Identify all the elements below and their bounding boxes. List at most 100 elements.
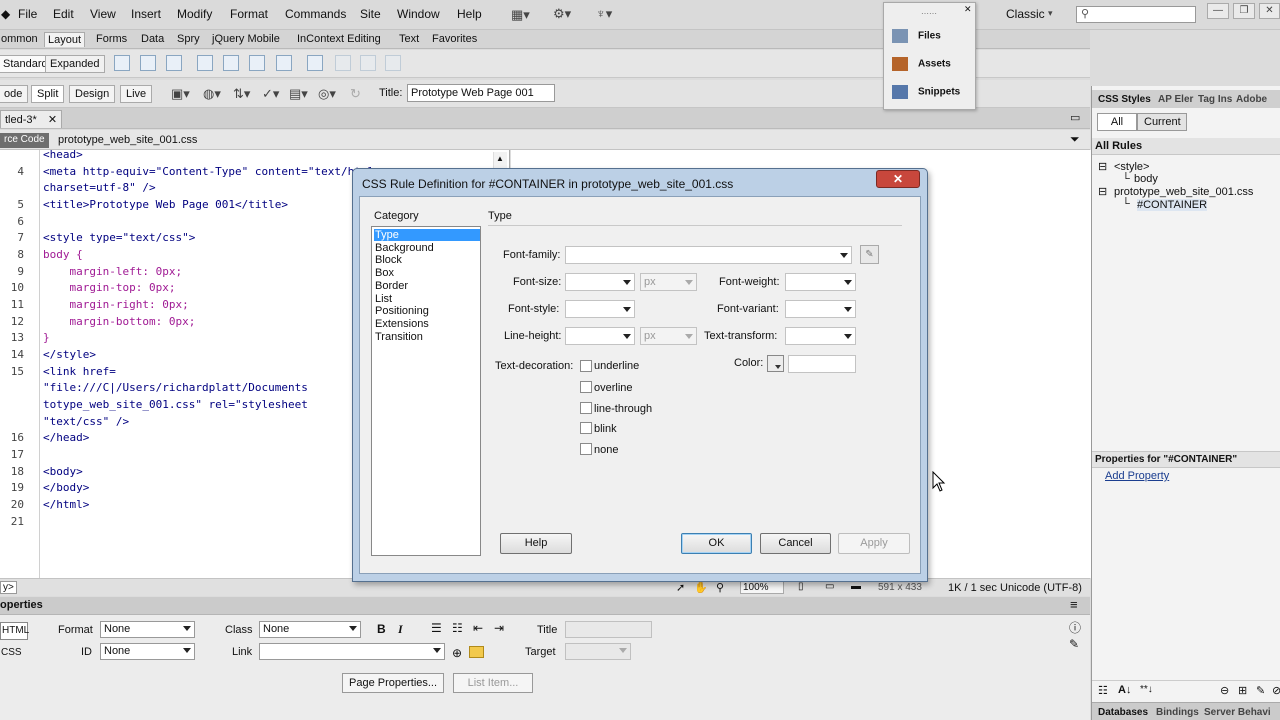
code-line[interactable]: <head> [43,148,83,161]
line-height-unit-select[interactable]: px [640,327,697,345]
font-family-select[interactable] [565,246,852,264]
add-property-link[interactable]: Add Property [1105,470,1169,482]
ok-button[interactable]: OK [681,533,752,554]
site-icon[interactable]: ♆▾ [596,6,612,22]
current-button[interactable]: Current [1137,113,1187,131]
text-transform-select[interactable] [785,327,856,345]
category-item-type[interactable]: Type [374,229,480,241]
edit-font-list-icon[interactable]: ✎ [860,245,879,264]
line-through-checkbox[interactable] [580,402,592,414]
preview-browser-icon[interactable]: ◍▾ [203,86,221,102]
zoom-tool-icon[interactable]: ⚲ [716,581,724,594]
tab-bindings[interactable]: Bindings [1156,707,1199,718]
folder-icon[interactable] [469,646,484,658]
page-properties-button[interactable]: Page Properties... [342,673,445,693]
font-weight-select[interactable] [785,273,856,291]
code-line[interactable]: } [43,331,50,344]
document-tab[interactable]: tled-3* ✕ [0,110,63,128]
tree-container-item[interactable]: #CONTAINER [1137,199,1208,211]
tab-forms[interactable]: Forms [93,32,130,46]
spry-menu-icon[interactable] [223,55,239,71]
source-code-button[interactable]: rce Code [0,133,49,148]
properties-header[interactable]: operties ≡ [0,597,1090,615]
ordered-list-icon[interactable]: ☷ [452,621,463,635]
insert-div-icon[interactable] [140,55,156,71]
target-select[interactable] [565,643,631,660]
close-icon[interactable]: ✕ [964,4,972,15]
category-item-background[interactable]: Background [374,242,480,254]
list-item-button[interactable]: List Item... [453,673,533,693]
tab-databases[interactable]: Databases [1098,707,1148,718]
tab-text[interactable]: Text [396,32,422,46]
code-line[interactable]: <link href= [43,365,116,378]
none-checkbox[interactable] [580,443,592,455]
code-line[interactable]: </body> [43,481,89,494]
expanded-mode-button[interactable]: Expanded [45,55,105,73]
category-item-border[interactable]: Border [374,280,480,292]
menu-window[interactable]: Window [397,7,440,21]
spry-accordion-icon[interactable] [276,55,292,71]
select-tool-icon[interactable]: ➚ [676,581,685,594]
code-line[interactable]: margin-left: 0px; [43,265,182,278]
workspace-switcher[interactable]: Classic [1006,7,1045,21]
category-item-positioning[interactable]: Positioning [374,305,480,317]
files-item[interactable]: Files [892,29,941,43]
dialog-close-button[interactable]: ✕ [876,170,920,188]
code-line[interactable]: </style> [43,348,96,361]
link-input[interactable] [259,643,445,660]
font-variant-select[interactable] [785,300,856,318]
help-icon[interactable]: ⓘ [1069,619,1081,636]
assets-item[interactable]: Assets [892,57,951,71]
menu-insert[interactable]: Insert [131,7,161,21]
live-view-button[interactable]: Live [120,85,153,103]
tab-ap-elements[interactable]: AP Eler [1158,94,1193,105]
browser-compat-icon[interactable]: ▤▾ [289,86,308,102]
code-line[interactable]: totype_web_site_001.css" rel="stylesheet [43,398,308,411]
title-field[interactable] [565,621,652,638]
class-select[interactable]: None [259,621,361,638]
blink-checkbox[interactable] [580,422,592,434]
new-rule-icon[interactable]: ⊞ [1238,684,1247,697]
file-management-icon[interactable]: ⇅▾ [233,86,250,102]
tab-common[interactable]: ommon [0,32,41,46]
tab-favorites[interactable]: Favorites [429,32,480,46]
cancel-button[interactable]: Cancel [760,533,831,554]
disable-icon[interactable]: ⊘ [1272,684,1280,697]
multiscreen-icon[interactable]: ▣▾ [171,86,190,102]
bold-icon[interactable]: B [377,622,386,636]
code-line[interactable]: margin-bottom: 0px; [43,315,195,328]
mobile-size-icon[interactable]: ▯ [798,581,804,592]
minimize-button[interactable]: — [1207,3,1229,19]
code-view-button[interactable]: ode [0,85,29,103]
font-size-unit-select[interactable]: px [640,273,697,291]
menu-view[interactable]: View [90,7,116,21]
category-item-extensions[interactable]: Extensions [374,318,480,330]
page-title-input[interactable]: Prototype Web Page 001 [407,84,555,102]
menu-commands[interactable]: Commands [285,7,346,21]
italic-icon[interactable]: I [398,622,403,637]
table-icon[interactable] [114,55,130,71]
tablet-size-icon[interactable]: ▭ [825,581,834,592]
help-search-input[interactable]: ⚲ [1076,6,1196,23]
tab-adobe[interactable]: Adobe [1236,94,1267,105]
all-rules-button[interactable]: All [1097,113,1137,131]
tab-spry[interactable]: Spry [174,32,203,46]
line-height-select[interactable] [565,327,635,345]
ap-div-icon[interactable] [166,55,182,71]
tree-style-item[interactable]: <style> [1114,161,1149,173]
w3c-validation-icon[interactable]: ✓▾ [262,86,279,102]
tab-data[interactable]: Data [138,32,167,46]
alpha-view-icon[interactable]: A↓ [1118,684,1131,696]
category-view-icon[interactable]: ☷ [1098,684,1108,697]
menu-site[interactable]: Site [360,7,381,21]
indent-icon[interactable]: ⇥ [494,621,504,635]
tab-jquery-mobile[interactable]: jQuery Mobile [209,32,283,46]
restore-icon[interactable]: ▭ [1070,111,1080,124]
tab-css-styles[interactable]: CSS Styles [1098,94,1151,105]
code-line[interactable]: charset=utf-8" /> [43,181,156,194]
code-line[interactable]: <body> [43,465,83,478]
menu-modify[interactable]: Modify [177,7,212,21]
close-tab-icon[interactable]: ✕ [48,114,57,126]
tab-tag-inspector[interactable]: Tag Ins [1198,94,1232,105]
unordered-list-icon[interactable]: ☰ [431,621,442,635]
